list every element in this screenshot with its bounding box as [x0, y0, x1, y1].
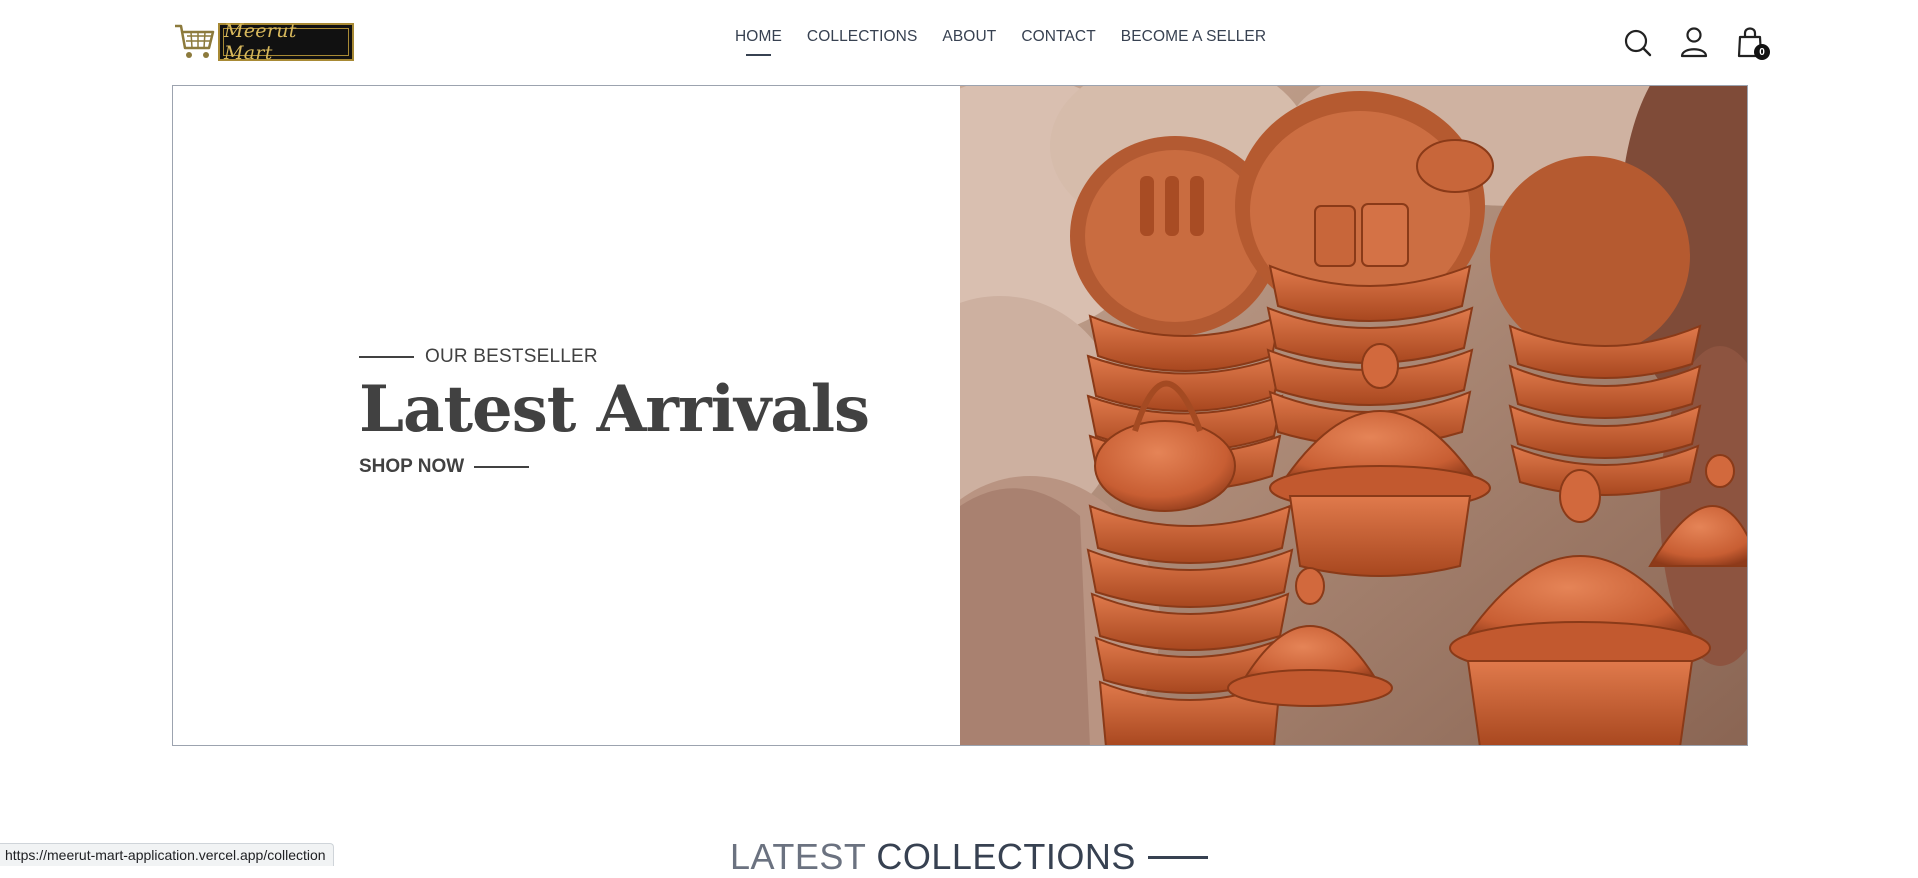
hero-banner: OUR BESTSELLER Latest Arrivals SHOP NOW: [172, 85, 1748, 746]
shopping-cart-icon: [175, 24, 215, 58]
search-icon[interactable]: [1624, 26, 1652, 58]
hero-eyebrow: OUR BESTSELLER: [359, 346, 869, 368]
section-title-dark: COLLECTIONS: [876, 836, 1136, 877]
nav-home[interactable]: HOME: [735, 28, 782, 56]
nav-collections[interactable]: COLLECTIONS: [807, 28, 918, 46]
shopping-bag-icon[interactable]: 0: [1736, 26, 1770, 60]
logo[interactable]: Meerut Mart: [173, 20, 354, 64]
cart-count-badge: 0: [1754, 44, 1770, 60]
hero-text-panel: OUR BESTSELLER Latest Arrivals SHOP NOW: [173, 86, 960, 745]
hero-title: Latest Arrivals: [359, 372, 870, 447]
shop-now-link[interactable]: SHOP NOW: [359, 456, 869, 478]
logo-text: Meerut Mart: [223, 20, 349, 64]
shop-now-label[interactable]: SHOP NOW: [359, 456, 464, 478]
eyebrow-rule: [359, 356, 414, 358]
shop-now-rule: [474, 466, 530, 468]
main-nav: HOME COLLECTIONS ABOUT CONTACT BECOME A …: [735, 28, 1291, 56]
header-actions: 0: [1624, 26, 1770, 60]
eyebrow-text: OUR BESTSELLER: [425, 346, 598, 367]
section-title: LATEST COLLECTIONS: [730, 836, 1208, 878]
section-title-light: LATEST: [730, 836, 867, 877]
hero-text: OUR BESTSELLER Latest Arrivals SHOP NOW: [359, 346, 870, 478]
nav-become-a-seller[interactable]: BECOME A SELLER: [1121, 28, 1266, 46]
pottery-illustration: [960, 86, 1747, 745]
user-icon[interactable]: [1680, 26, 1708, 58]
site-header: Meerut Mart HOME COLLECTIONS ABOUT CONTA…: [0, 0, 1918, 85]
section-title-rule: [1147, 855, 1208, 859]
logo-plate: Meerut Mart: [218, 20, 354, 64]
nav-contact[interactable]: CONTACT: [1021, 28, 1095, 46]
nav-about[interactable]: ABOUT: [942, 28, 996, 46]
hero-image: [960, 86, 1747, 745]
status-bar-url: https://meerut-mart-application.vercel.a…: [0, 843, 334, 866]
